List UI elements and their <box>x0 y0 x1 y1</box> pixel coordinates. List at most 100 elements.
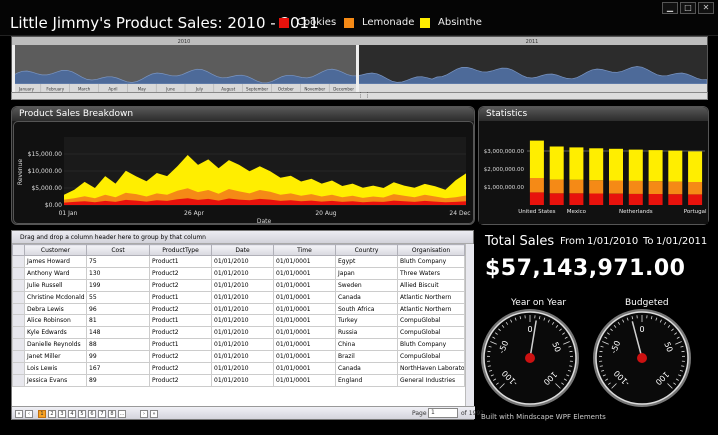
table-cell[interactable]: Kyle Edwards <box>24 326 87 340</box>
table-row[interactable]: Jessica Evans 89 Product2 01/01/2010 01/01/0… <box>12 373 465 387</box>
row-header[interactable] <box>12 290 25 304</box>
table-row[interactable]: Christine Mcdonald 55 Product1 01/01/2010 01… <box>12 290 465 304</box>
table-cell[interactable]: General Industries <box>397 373 465 387</box>
table-cell[interactable]: 01/01/2010 <box>211 290 274 304</box>
table-cell[interactable]: CompuGlobal <box>397 314 465 328</box>
table-cell[interactable]: Product2 <box>149 266 212 280</box>
page-button[interactable]: 5 <box>78 410 86 418</box>
column-header-time[interactable]: Time <box>273 244 336 256</box>
table-cell[interactable]: 75 <box>86 255 150 268</box>
table-cell[interactable]: England <box>335 373 398 387</box>
first-page-button[interactable]: « <box>15 410 23 418</box>
table-cell[interactable]: Brazil <box>335 350 398 364</box>
table-cell[interactable]: Bluth Company <box>397 338 465 352</box>
table-cell[interactable]: 148 <box>86 326 150 340</box>
table-cell[interactable]: Japan <box>335 266 398 280</box>
group-by-hint[interactable]: Drag and drop a column header here to gr… <box>12 231 473 244</box>
table-cell[interactable]: 199 <box>86 278 150 292</box>
grid-vertical-scrollbar[interactable] <box>465 244 474 407</box>
table-cell[interactable]: Turkey <box>335 314 398 328</box>
table-cell[interactable]: 99 <box>86 350 150 364</box>
column-header-cost[interactable]: Cost <box>86 244 150 256</box>
table-row[interactable]: Danielle Reynolds 88 Product1 01/01/2010 01/… <box>12 338 465 352</box>
column-header-country[interactable]: Country <box>335 244 398 256</box>
table-cell[interactable]: 01/01/2010 <box>211 302 274 316</box>
close-button[interactable]: ✕ <box>698 2 714 14</box>
row-header[interactable] <box>12 350 25 364</box>
table-row[interactable]: Kyle Edwards 148 Product2 01/01/2010 01/01/0… <box>12 326 465 340</box>
table-cell[interactable]: Canada <box>335 290 398 304</box>
table-cell[interactable]: Danielle Reynolds <box>24 338 87 352</box>
row-header[interactable] <box>12 302 25 316</box>
table-cell[interactable]: 01/01/2010 <box>211 314 274 328</box>
table-cell[interactable]: Russia <box>335 326 398 340</box>
table-cell[interactable]: Product2 <box>149 302 212 316</box>
page-number-input[interactable]: 1 <box>428 408 458 418</box>
navigator-scrollbar[interactable]: ⋮⋮ <box>11 91 708 100</box>
table-cell[interactable]: 01/01/0001 <box>273 266 336 280</box>
table-cell[interactable]: South Africa <box>335 302 398 316</box>
page-button[interactable]: ... <box>118 410 126 418</box>
table-cell[interactable]: Product2 <box>149 350 212 364</box>
page-button[interactable]: 1 <box>38 410 46 418</box>
table-cell[interactable]: Christine Mcdonald <box>24 290 87 304</box>
table-cell[interactable]: Product1 <box>149 255 212 268</box>
table-cell[interactable]: Product2 <box>149 278 212 292</box>
table-cell[interactable]: Egypt <box>335 255 398 268</box>
table-cell[interactable]: 01/01/0001 <box>273 314 336 328</box>
table-cell[interactable]: Product1 <box>149 314 212 328</box>
page-button[interactable]: 3 <box>58 410 66 418</box>
last-page-button[interactable]: » <box>150 410 158 418</box>
row-header[interactable] <box>12 266 25 280</box>
table-cell[interactable]: 96 <box>86 302 150 316</box>
table-cell[interactable]: 01/01/0001 <box>273 373 336 387</box>
table-cell[interactable]: 89 <box>86 373 150 387</box>
table-row[interactable]: Alice Robinson 81 Product1 01/01/2010 01/01/… <box>12 314 465 328</box>
table-cell[interactable]: Allied Biscuit <box>397 278 465 292</box>
table-cell[interactable]: 01/01/2010 <box>211 326 274 340</box>
page-button[interactable]: 8 <box>108 410 116 418</box>
maximize-button[interactable]: □ <box>680 2 696 14</box>
table-cell[interactable]: 01/01/0001 <box>273 326 336 340</box>
table-cell[interactable]: 55 <box>86 290 150 304</box>
table-cell[interactable]: 01/01/0001 <box>273 290 336 304</box>
row-header[interactable] <box>12 278 25 292</box>
table-row[interactable]: Lois Lewis 167 Product2 01/01/2010 01/01/000… <box>12 362 465 375</box>
table-cell[interactable]: 01/01/2010 <box>211 255 274 268</box>
row-header[interactable] <box>12 255 25 268</box>
table-cell[interactable]: Product1 <box>149 338 212 352</box>
table-cell[interactable]: Debra Lewis <box>24 302 87 316</box>
table-cell[interactable]: Lois Lewis <box>24 362 87 375</box>
table-cell[interactable]: NorthHaven Laborator <box>397 362 465 375</box>
table-cell[interactable]: 88 <box>86 338 150 352</box>
row-header[interactable] <box>12 338 25 352</box>
table-cell[interactable]: Alice Robinson <box>24 314 87 328</box>
table-cell[interactable]: Product1 <box>149 290 212 304</box>
table-cell[interactable]: 130 <box>86 266 150 280</box>
table-cell[interactable]: 01/01/0001 <box>273 302 336 316</box>
table-row[interactable]: Anthony Ward 130 Product2 01/01/2010 01/01/0… <box>12 266 465 280</box>
table-cell[interactable]: 01/01/2010 <box>211 350 274 364</box>
table-cell[interactable]: CompuGlobal <box>397 350 465 364</box>
column-header-producttype[interactable]: ProductType <box>149 244 212 256</box>
table-cell[interactable]: 01/01/0001 <box>273 338 336 352</box>
table-cell[interactable]: Canada <box>335 362 398 375</box>
page-button[interactable]: 2 <box>48 410 56 418</box>
table-row[interactable]: Julie Russell 199 Product2 01/01/2010 01/01/… <box>12 278 465 292</box>
table-cell[interactable]: Janet Miller <box>24 350 87 364</box>
table-cell[interactable]: 01/01/0001 <box>273 278 336 292</box>
table-row[interactable]: James Howard 75 Product1 01/01/2010 01/01/00… <box>12 255 465 268</box>
table-cell[interactable]: 81 <box>86 314 150 328</box>
scroll-grip-icon[interactable]: ⋮⋮ <box>357 91 371 99</box>
table-cell[interactable]: Bluth Company <box>397 255 465 268</box>
table-cell[interactable]: 01/01/2010 <box>211 362 274 375</box>
table-cell[interactable]: Product2 <box>149 362 212 375</box>
table-cell[interactable]: 01/01/0001 <box>273 350 336 364</box>
table-cell[interactable]: CompuGlobal <box>397 326 465 340</box>
table-cell[interactable]: Anthony Ward <box>24 266 87 280</box>
table-cell[interactable]: 167 <box>86 362 150 375</box>
row-header[interactable] <box>12 326 25 340</box>
table-cell[interactable]: 01/01/0001 <box>273 362 336 375</box>
table-cell[interactable]: Atlantic Northern <box>397 290 465 304</box>
row-header[interactable] <box>12 373 25 387</box>
